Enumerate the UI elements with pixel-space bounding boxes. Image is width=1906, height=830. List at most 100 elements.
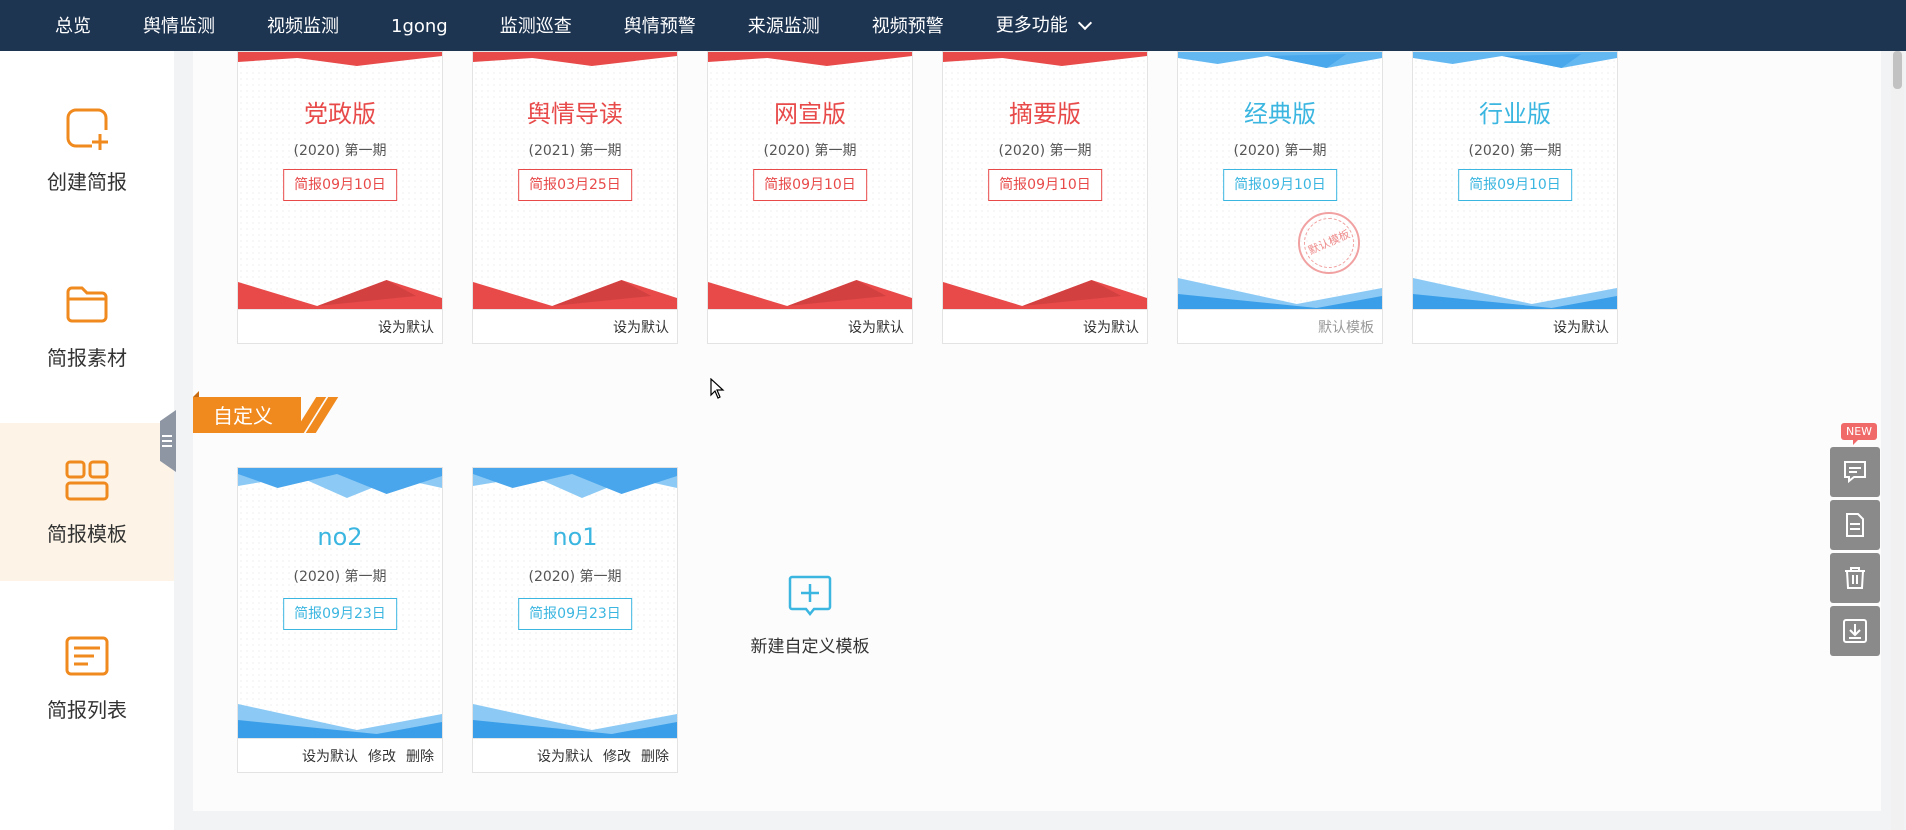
template-issue: (2020) 第一期 (1233, 143, 1327, 159)
nav-sentiment-monitor[interactable]: 舆情监测 (117, 0, 241, 51)
template-date-badge: 简报09月10日 (283, 169, 397, 201)
template-card-sentiment-guide[interactable]: 舆情导读 (2021) 第一期 简报03月25日 设为默认 (472, 51, 678, 344)
custom-template-card-no2[interactable]: no2 (2020) 第一期 简报09月23日 设为默认 修改 删除 (237, 467, 443, 773)
card-footer-decoration (238, 704, 442, 740)
card-footer-decoration (238, 280, 442, 312)
card-footer-decoration (473, 704, 677, 740)
set-default-button[interactable]: 设为默认 (537, 746, 593, 766)
default-template-label: 默认模板 (1318, 319, 1374, 336)
sidebar-item-label: 创建简报 (47, 169, 127, 194)
card-footer-decoration (943, 280, 1147, 312)
template-title: no2 (317, 523, 363, 551)
nav-patrol[interactable]: 监测巡查 (474, 0, 598, 51)
new-template-label: 新建自定义模板 (750, 637, 870, 657)
document-add-icon (66, 108, 108, 150)
nav-more-label: 更多功能 (995, 14, 1068, 36)
floating-toolbar (1830, 447, 1880, 659)
feedback-button[interactable] (1830, 447, 1880, 497)
card-footer: 设为默认 修改 删除 (238, 738, 442, 772)
template-title: 行业版 (1479, 100, 1551, 128)
set-default-button[interactable]: 设为默认 (1553, 317, 1609, 337)
nav-1gong[interactable]: 1gong (365, 0, 474, 51)
template-card-party[interactable]: 党政版 (2020) 第一期 简报09月10日 设为默认 (237, 51, 443, 344)
template-issue: (2020) 第一期 (293, 143, 387, 159)
template-card-classic[interactable]: 经典版 (2020) 第一期 简报09月10日 默认模板 默认模板 (1177, 51, 1383, 344)
card-footer-decoration (1178, 278, 1382, 312)
card-footer: 设为默认 (473, 309, 677, 343)
card-header-decoration (238, 52, 442, 66)
template-date-badge: 简报03月25日 (518, 169, 632, 201)
nav-video-monitor[interactable]: 视频监测 (241, 0, 365, 51)
card-footer: 设为默认 (943, 309, 1147, 343)
card-footer-decoration (708, 280, 912, 312)
template-issue: (2020) 第一期 (1468, 143, 1562, 159)
card-footer: 设为默认 (708, 309, 912, 343)
chat-icon (1844, 461, 1866, 484)
list-icon (65, 636, 109, 675)
sidebar: 创建简报 简报素材 简报模板 简报列表 (0, 51, 174, 830)
card-footer: 设为默认 (1413, 309, 1617, 343)
card-header-decoration (238, 468, 442, 498)
card-header-decoration (943, 52, 1147, 66)
card-header-decoration (708, 52, 912, 66)
sidebar-item-create-brief[interactable]: 创建简报 (0, 71, 174, 229)
folder-icon (66, 286, 108, 322)
menu-icon (162, 435, 172, 447)
template-date-badge: 简报09月10日 (1458, 169, 1572, 201)
trash-icon (1845, 567, 1865, 589)
default-stamp-seal: 默认模板 (1298, 212, 1360, 274)
edit-button[interactable]: 修改 (603, 746, 631, 766)
template-issue: (2021) 第一期 (528, 143, 622, 159)
set-default-button[interactable]: 设为默认 (1083, 317, 1139, 337)
card-header-decoration (1178, 52, 1382, 68)
custom-template-card-no1[interactable]: no1 (2020) 第一期 简报09月23日 设为默认 修改 删除 (472, 467, 678, 773)
nav-source-monitor[interactable]: 来源监测 (722, 0, 846, 51)
delete-button[interactable]: 删除 (406, 746, 434, 766)
edit-button[interactable]: 修改 (368, 746, 396, 766)
template-date-badge: 简报09月10日 (988, 169, 1102, 201)
delete-float-button[interactable] (1830, 553, 1880, 603)
set-default-button[interactable]: 设为默认 (848, 317, 904, 337)
new-custom-template-button[interactable]: 新建自定义模板 (744, 574, 876, 664)
mouse-cursor-icon (710, 378, 725, 399)
card-footer-decoration (1413, 278, 1617, 312)
template-card-industry[interactable]: 行业版 (2020) 第一期 简报09月10日 设为默认 (1412, 51, 1618, 344)
notes-button[interactable] (1830, 500, 1880, 550)
template-title: 摘要版 (1009, 100, 1081, 128)
card-footer: 设为默认 修改 删除 (473, 738, 677, 772)
nav-more-functions[interactable]: 更多功能 (970, 0, 1116, 51)
nav-overview[interactable]: 总览 (0, 0, 117, 51)
card-footer: 默认模板 (1178, 309, 1382, 343)
custom-section-label: 自定义 (213, 404, 273, 428)
sidebar-item-brief-material[interactable]: 简报素材 (0, 247, 174, 405)
set-default-button[interactable]: 设为默认 (378, 317, 434, 337)
vertical-scrollbar[interactable] (1891, 51, 1904, 830)
download-button[interactable] (1830, 606, 1880, 656)
nav-video-alert[interactable]: 视频预警 (846, 0, 970, 51)
template-issue: (2020) 第一期 (528, 569, 622, 585)
top-nav: 总览 舆情监测 视频监测 1gong 监测巡查 舆情预警 来源监测 视频预警 更… (0, 0, 1906, 51)
template-title: no1 (552, 523, 598, 551)
template-date-badge: 简报09月23日 (518, 598, 632, 630)
sidebar-item-label: 简报素材 (47, 345, 127, 370)
card-footer-decoration (473, 280, 677, 312)
template-card-summary[interactable]: 摘要版 (2020) 第一期 简报09月10日 设为默认 (942, 51, 1148, 344)
nav-sentiment-alert[interactable]: 舆情预警 (598, 0, 722, 51)
set-default-button[interactable]: 设为默认 (302, 746, 358, 766)
template-card-online-publicity[interactable]: 网宣版 (2020) 第一期 简报09月10日 设为默认 (707, 51, 913, 344)
scrollbar-thumb[interactable] (1893, 51, 1902, 89)
download-icon (1843, 619, 1867, 643)
template-title: 舆情导读 (527, 100, 623, 128)
grid-icon (65, 460, 109, 500)
set-default-button[interactable]: 设为默认 (613, 317, 669, 337)
sidebar-item-brief-list[interactable]: 简报列表 (0, 599, 174, 757)
sidebar-item-brief-template[interactable]: 简报模板 (0, 423, 174, 581)
new-badge: NEW (1841, 423, 1878, 445)
template-issue: (2020) 第一期 (763, 143, 857, 159)
card-footer: 设为默认 (238, 309, 442, 343)
delete-button[interactable]: 删除 (641, 746, 669, 766)
template-date-badge: 简报09月10日 (1223, 169, 1337, 201)
card-header-decoration (1413, 52, 1617, 68)
template-issue: (2020) 第一期 (998, 143, 1092, 159)
add-template-icon (788, 575, 832, 617)
